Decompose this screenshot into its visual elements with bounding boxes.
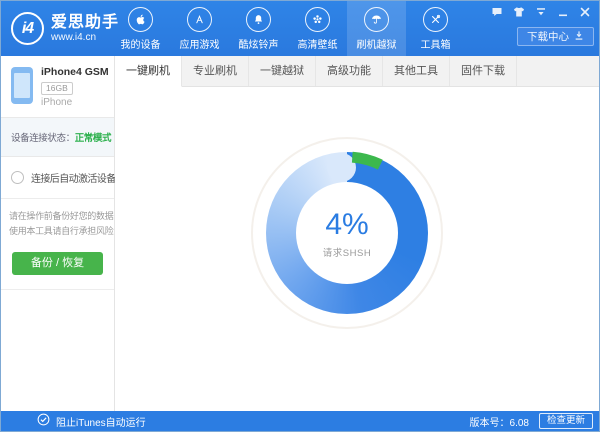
brand-logo: i4 爱思助手 www.i4.cn: [11, 1, 119, 56]
block-itunes-toggle[interactable]: 阻止iTunes自动运行: [37, 413, 146, 429]
tab-firmware-download[interactable]: 固件下载: [450, 56, 517, 86]
check-update-button[interactable]: 检查更新: [538, 413, 593, 429]
nav-item-toolbox[interactable]: 工具箱: [406, 1, 465, 56]
connection-status-value: 正常模式: [74, 133, 112, 144]
device-card: iPhone4 GSM 16GB iPhone: [1, 56, 114, 117]
backup-warning-text: 请在操作前备份好您的数据 使用本工具请自行承担风险: [9, 211, 114, 237]
backup-restore-button[interactable]: 备份 / 恢复: [12, 251, 103, 275]
download-center-label: 下载中心: [527, 31, 569, 43]
device-capacity-badge: 16GB: [41, 82, 73, 95]
check-circle-icon: [37, 413, 50, 429]
window-controls: [490, 5, 591, 19]
tab-one-key-flash[interactable]: 一键刷机: [115, 56, 182, 87]
menu-icon[interactable]: [534, 6, 547, 18]
nav-item-flash-jailbreak[interactable]: 刷机越狱: [347, 1, 406, 56]
wallpaper-icon: [305, 7, 330, 32]
iphone-icon: [11, 67, 33, 104]
tab-one-key-jailbreak[interactable]: 一键越狱: [249, 56, 316, 86]
jailbreak-icon: [364, 7, 389, 32]
progress-status: 请求SHSH: [322, 247, 372, 259]
tab-pro-flash[interactable]: 专业刷机: [182, 56, 249, 86]
feedback-icon[interactable]: [490, 6, 503, 18]
main-nav: 我的设备 应用游戏 酷炫铃声 高清壁纸 刷机越狱 工具箱: [111, 1, 465, 56]
connection-status: 设备连接状态：正常模式: [1, 117, 114, 157]
app-window: i4 爱思助手 www.i4.cn 我的设备 应用游戏 酷炫铃声 高清壁纸 刷机…: [0, 0, 600, 432]
donut-center: 4% 请求SHSH: [296, 182, 398, 284]
toolbox-icon: [423, 7, 448, 32]
auto-activate-label: 连接后自动激活设备: [31, 174, 116, 185]
nav-item-wallpapers[interactable]: 高清壁纸: [288, 1, 347, 56]
nav-label: 高清壁纸: [297, 40, 338, 51]
brand-name: 爱思助手: [51, 13, 120, 31]
nav-label: 酷炫铃声: [238, 40, 279, 51]
top-bar: i4 爱思助手 www.i4.cn 我的设备 应用游戏 酷炫铃声 高清壁纸 刷机…: [1, 1, 599, 56]
close-icon[interactable]: [578, 6, 591, 18]
nav-item-ringtones[interactable]: 酷炫铃声: [229, 1, 288, 56]
i4-logo-icon: i4: [11, 12, 44, 45]
sidebar-divider: [1, 288, 114, 290]
download-icon: [574, 30, 584, 44]
nav-item-my-device[interactable]: 我的设备: [111, 1, 170, 56]
skin-icon[interactable]: [512, 6, 525, 18]
nav-label: 刷机越狱: [356, 40, 397, 51]
progress-donut: 4% 请求SHSH: [247, 133, 447, 333]
main-content: 4% 请求SHSH: [115, 87, 599, 411]
sidebar: iPhone4 GSM 16GB iPhone 设备连接状态：正常模式 连接后自…: [1, 56, 116, 411]
block-itunes-label: 阻止iTunes自动运行: [56, 417, 146, 429]
status-bar: 阻止iTunes自动运行 版本号：6.08 检查更新: [1, 411, 599, 431]
download-center-button[interactable]: 下载中心: [517, 27, 594, 46]
brand-site: www.i4.cn: [51, 31, 97, 43]
device-name: iPhone4 GSM: [41, 66, 109, 78]
device-family: iPhone: [41, 97, 73, 108]
connection-status-label: 设备连接状态：: [11, 133, 75, 144]
nav-label: 应用游戏: [179, 40, 220, 51]
tab-advanced-features[interactable]: 高级功能: [316, 56, 383, 86]
radio-unchecked-icon[interactable]: [11, 171, 24, 184]
apple-icon: [128, 7, 153, 32]
auto-activate-option[interactable]: 连接后自动激活设备: [1, 157, 116, 199]
nav-label: 工具箱: [420, 40, 451, 51]
bell-icon: [246, 7, 271, 32]
progress-percent: 4%: [325, 207, 369, 241]
minimize-icon[interactable]: [556, 6, 569, 18]
nav-item-apps-games[interactable]: 应用游戏: [170, 1, 229, 56]
version-label: 版本号：6.08: [469, 417, 529, 429]
tab-bar: 一键刷机 专业刷机 一键越狱 高级功能 其他工具 固件下载: [115, 56, 599, 87]
tab-other-tools[interactable]: 其他工具: [383, 56, 450, 86]
appstore-icon: [187, 7, 212, 32]
nav-label: 我的设备: [120, 40, 161, 51]
